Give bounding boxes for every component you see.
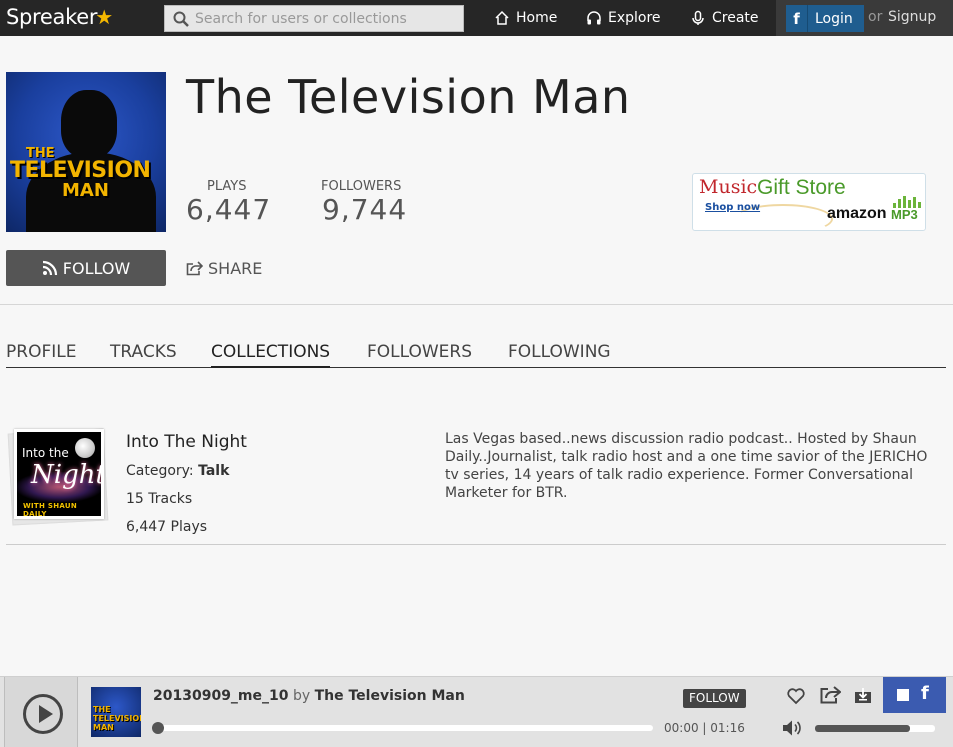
heart-icon[interactable] <box>787 687 805 705</box>
nav-home-label: Home <box>516 10 558 26</box>
tab-tracks[interactable]: TRACKS <box>110 342 177 366</box>
logo-star-icon: ★ <box>95 5 113 29</box>
play-button[interactable] <box>23 694 63 734</box>
download-icon[interactable] <box>854 687 872 704</box>
cover-silhouette-head <box>61 90 117 158</box>
play-zone <box>4 677 78 747</box>
plays-count: 6,447 <box>186 193 272 226</box>
logo-text: Spreaker <box>6 5 98 29</box>
nav-explore-label: Explore <box>608 10 661 26</box>
player-author-link[interactable]: The Television Man <box>315 688 465 704</box>
top-navbar: Spreaker★ Home Explore Create f Login or… <box>0 0 953 36</box>
player-time: 00:00 | 01:16 <box>664 721 745 735</box>
search-input[interactable] <box>195 8 455 30</box>
collection-divider <box>6 544 946 545</box>
progress-knob[interactable] <box>152 722 164 734</box>
plays-label: PLAYS <box>207 179 247 194</box>
microphone-icon <box>692 10 704 25</box>
collection-cover-image: Into the Night WITH SHAUN DAILY <box>14 429 104 519</box>
facebook-icon: f <box>786 5 808 32</box>
collection-category: Category: Talk <box>126 463 229 479</box>
player-track-info: 20130909_me_10 by The Television Man <box>153 688 465 704</box>
facebook-login-button[interactable]: f Login <box>786 5 864 32</box>
spreaker-logo[interactable]: Spreaker★ <box>6 5 113 29</box>
volume-icon[interactable] <box>782 719 802 737</box>
followers-count: 9,744 <box>322 193 408 226</box>
ad-gift-store-text: Gift Store <box>757 176 846 199</box>
follow-button[interactable]: FOLLOW <box>6 250 166 286</box>
category-label: Category: <box>126 463 194 479</box>
player-track-title[interactable]: 20130909_me_10 <box>153 688 289 704</box>
audio-player-bar: THE TELEVISION MAN 20130909_me_10 by The T… <box>0 676 953 747</box>
search-box[interactable] <box>164 5 464 32</box>
profile-title: The Television Man <box>186 70 631 124</box>
tab-followers[interactable]: FOLLOWERS <box>367 342 472 366</box>
cover-into-text: Into the <box>22 446 69 460</box>
or-text: or <box>868 9 883 25</box>
amazon-logo-text: amazon <box>827 205 887 222</box>
category-value[interactable]: Talk <box>198 463 229 479</box>
share-icon[interactable] <box>820 686 841 704</box>
follow-label: FOLLOW <box>62 258 131 278</box>
collection-track-count: 15 Tracks <box>126 491 193 507</box>
headphones-icon <box>587 11 601 25</box>
nav-create-link[interactable]: Create <box>690 0 759 36</box>
player-thumb-text: THE TELEVISION MAN <box>93 705 141 732</box>
share-button[interactable]: SHARE <box>186 250 262 286</box>
mp3-logo-text: MP3 <box>891 207 918 222</box>
collection-description: Las Vegas based..news discussion radio p… <box>445 431 928 501</box>
signup-link[interactable]: Signup <box>888 9 936 25</box>
nav-home-link[interactable]: Home <box>494 0 557 36</box>
tab-profile[interactable]: PROFILE <box>6 342 76 366</box>
cover-text-man: MAN <box>62 180 109 201</box>
cover-night-text: Night <box>31 460 104 490</box>
collection-title[interactable]: Into The Night <box>126 432 247 452</box>
stop-icon[interactable] <box>897 689 909 701</box>
player-track-thumbnail: THE TELEVISION MAN <box>91 687 141 737</box>
volume-fill[interactable] <box>815 725 910 732</box>
progress-track[interactable] <box>155 725 653 731</box>
followers-label: FOLLOWERS <box>321 179 402 194</box>
share-icon <box>186 260 203 275</box>
ad-music-text: Music <box>699 176 758 198</box>
amazon-mp3-ad-banner[interactable]: Music Gift Store Shop now amazon MP3 <box>692 173 926 231</box>
player-follow-button[interactable]: FOLLOW <box>683 689 746 708</box>
profile-tabs: PROFILE TRACKS COLLECTIONS FOLLOWERS FOL… <box>6 340 946 368</box>
header-divider <box>0 304 953 305</box>
player-by-text: by <box>292 688 311 704</box>
share-label: SHARE <box>208 258 263 278</box>
nav-explore-link[interactable]: Explore <box>586 0 661 36</box>
profile-cover-image: THE TELEVISION MAN <box>6 72 166 232</box>
moon-icon <box>75 438 95 458</box>
cover-with-text: WITH SHAUN DAILY <box>23 502 78 518</box>
collection-thumbnail[interactable]: Into the Night WITH SHAUN DAILY <box>6 425 109 526</box>
facebook-icon[interactable]: f <box>921 683 929 704</box>
nav-create-label: Create <box>712 10 759 26</box>
auth-box: f Login or Signup <box>776 0 953 36</box>
rss-icon <box>42 260 57 276</box>
collection-play-count: 6,447 Plays <box>126 519 208 535</box>
home-icon <box>495 10 509 25</box>
tab-following[interactable]: FOLLOWING <box>508 342 611 366</box>
ad-shop-now-link[interactable]: Shop now <box>705 202 760 213</box>
login-label: Login <box>815 10 853 27</box>
search-icon <box>173 11 189 27</box>
tab-collections[interactable]: COLLECTIONS <box>211 342 331 368</box>
player-social-box: f <box>883 677 946 713</box>
